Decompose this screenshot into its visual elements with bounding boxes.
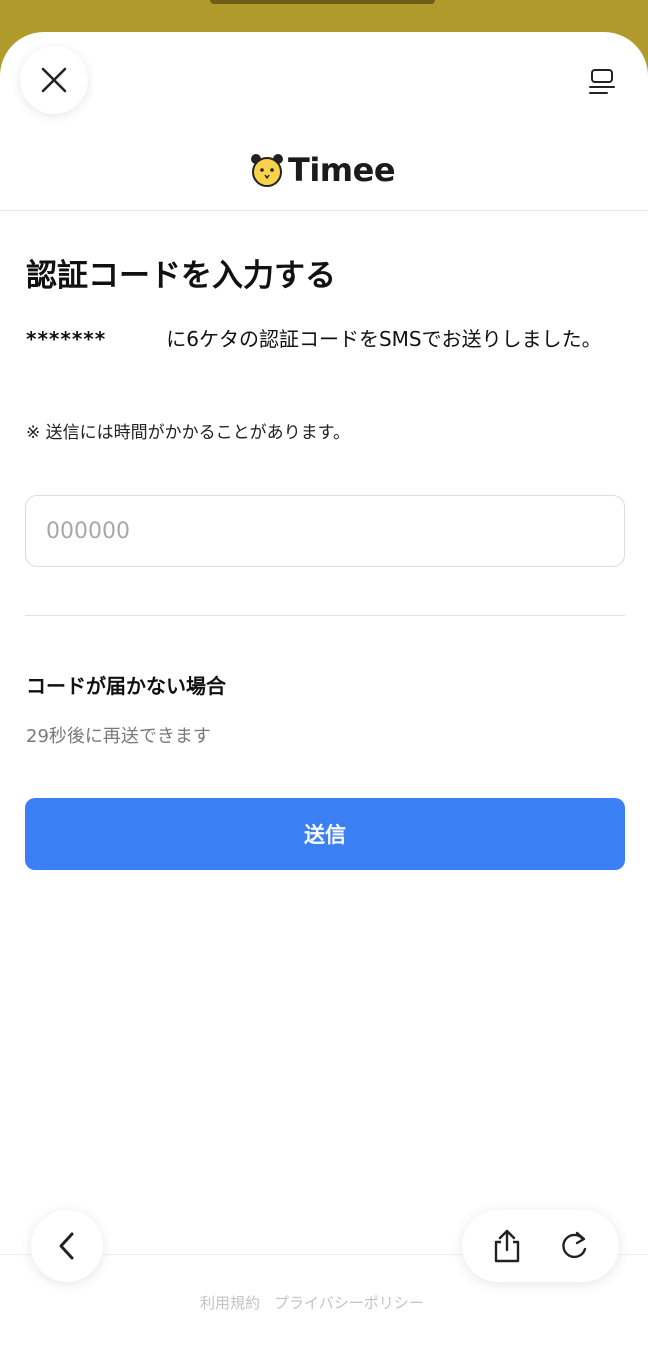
status-notch [210,0,435,4]
verification-code-input[interactable] [25,495,625,567]
chevron-left-icon [59,1232,74,1260]
reload-button[interactable] [554,1226,594,1266]
menu-icon [589,69,615,94]
brand-logo: Timee [250,150,396,190]
header-divider [0,210,648,211]
masked-phone-number: ******* [26,327,107,351]
delay-note: ※ 送信には時間がかかることがあります。 [26,423,350,443]
share-icon [495,1229,520,1263]
close-button[interactable] [20,46,88,114]
footer-links: 利用規約 プライバシーポリシー [200,1292,424,1313]
submit-button[interactable]: 送信 [25,798,625,870]
browser-actions [462,1210,619,1282]
back-button[interactable] [31,1210,103,1282]
privacy-link[interactable]: プライバシーポリシー [274,1292,424,1313]
brand-name: Timee [288,151,396,189]
section-divider [25,615,625,616]
page-title: 認証コードを入力する [26,258,336,294]
mascot-icon [251,154,283,187]
share-button[interactable] [487,1226,527,1266]
sms-description: ******* に6ケタの認証コードをSMSでお送りしました。 [26,322,626,356]
resend-countdown: 29秒後に再送できます [26,726,211,747]
no-code-heading: コードが届かない場合 [26,674,226,698]
terms-link[interactable]: 利用規約 [200,1292,260,1313]
menu-button[interactable] [582,62,622,102]
close-icon [41,67,67,93]
web-sheet: Timee 認証コードを入力する ******* に6ケタの認証コードをSMSでお… [0,32,648,1356]
reload-icon [562,1231,586,1259]
sms-description-text: に6ケタの認証コードをSMSでお送りしました。 [166,327,602,351]
